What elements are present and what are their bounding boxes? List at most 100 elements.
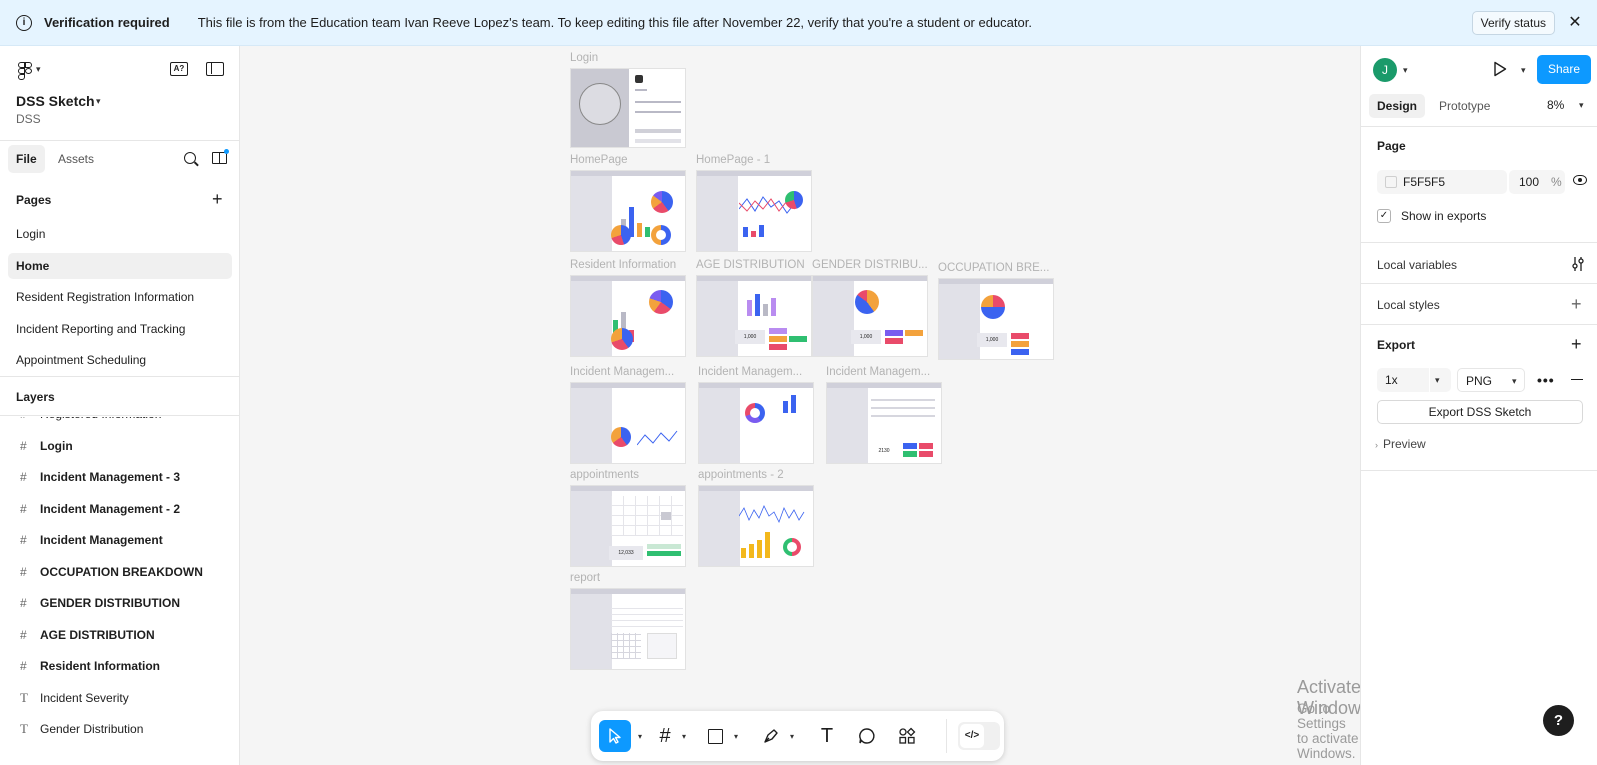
variables-icon[interactable]: [1571, 256, 1585, 272]
more-options-icon[interactable]: •••: [1537, 372, 1555, 388]
page-item-incident-reporting[interactable]: Incident Reporting and Tracking: [8, 316, 232, 342]
help-icon[interactable]: ?: [1543, 705, 1574, 736]
pen-tool-chevron-icon[interactable]: ▾: [785, 720, 795, 752]
frame-thumb-resident-information[interactable]: [570, 275, 686, 357]
frame-icon: #: [20, 502, 27, 516]
page-item-appointment-scheduling[interactable]: Appointment Scheduling: [8, 347, 232, 373]
frame-label-homepage-1[interactable]: HomePage - 1: [696, 154, 770, 166]
export-button[interactable]: Export DSS Sketch: [1377, 400, 1583, 424]
project-subtitle: DSS: [16, 112, 41, 126]
layer-item-resident-information[interactable]: # Resident Information: [0, 650, 239, 682]
layer-item-incident-management-2[interactable]: # Incident Management - 2: [0, 493, 239, 525]
page-color-value: F5F5F5: [1403, 175, 1446, 189]
add-style-icon[interactable]: +: [1571, 295, 1582, 313]
project-chevron-icon[interactable]: ▾: [96, 96, 101, 107]
frame-thumb-appointments-2[interactable]: [698, 485, 814, 567]
page-item-resident-registration[interactable]: Resident Registration Information: [8, 284, 232, 310]
page-color-field[interactable]: F5F5F5: [1377, 170, 1507, 194]
frame-label-incident-management-3[interactable]: Incident Managem...: [826, 366, 942, 378]
frame-thumb-login[interactable]: [570, 68, 686, 148]
tab-assets[interactable]: Assets: [58, 145, 94, 173]
frame-thumb-occupation-breakdown[interactable]: 1,000: [938, 278, 1054, 360]
move-tool-chevron-icon[interactable]: ▾: [633, 720, 643, 752]
frame-tool-button[interactable]: #: [653, 720, 677, 752]
toggle-panel-icon[interactable]: [206, 62, 224, 76]
show-in-exports-checkbox[interactable]: ✓: [1377, 209, 1391, 223]
avatar-chevron-icon[interactable]: ▾: [1403, 65, 1408, 76]
zoom-level[interactable]: 8%: [1547, 98, 1564, 112]
pen-tool-button[interactable]: [759, 720, 783, 752]
frame-label-incident-management-2[interactable]: Incident Managem...: [698, 366, 814, 378]
shape-tool-chevron-icon[interactable]: ▾: [729, 720, 739, 752]
frame-label-report[interactable]: report: [570, 572, 600, 584]
present-chevron-icon[interactable]: ▾: [1521, 65, 1526, 76]
local-variables-label[interactable]: Local variables: [1377, 258, 1457, 272]
frame-thumb-gender-distribution[interactable]: 1,000: [812, 275, 928, 357]
frame-label-appointments[interactable]: appointments: [570, 469, 639, 481]
divider: [1361, 324, 1597, 325]
text-tool-button[interactable]: T: [815, 720, 839, 752]
remove-export-icon[interactable]: [1571, 379, 1583, 381]
layer-item-age-distribution[interactable]: # AGE DISTRIBUTION: [0, 619, 239, 651]
tab-design[interactable]: Design: [1369, 94, 1426, 118]
frame-label-incident-management[interactable]: Incident Managem...: [570, 366, 686, 378]
local-styles-label[interactable]: Local styles: [1377, 298, 1440, 312]
verify-status-button[interactable]: Verify status: [1471, 11, 1555, 35]
avatar[interactable]: J: [1373, 58, 1397, 82]
frame-label-homepage[interactable]: HomePage: [570, 154, 628, 166]
move-tool-button[interactable]: [599, 720, 631, 752]
frame-icon: #: [20, 596, 27, 610]
frame-thumb-incident-management[interactable]: [570, 382, 686, 464]
page-opacity-field[interactable]: 100 %: [1509, 170, 1565, 194]
frame-label-age-distribution[interactable]: AGE DISTRIBUTION: [696, 259, 805, 271]
export-scale-select[interactable]: 1x ▾: [1377, 368, 1451, 392]
main-menu-chevron-icon[interactable]: ▾: [36, 64, 41, 75]
frame-thumb-incident-management-2[interactable]: [698, 382, 814, 464]
frame-thumb-age-distribution[interactable]: 1,000: [696, 275, 812, 357]
frame-thumb-report[interactable]: [570, 588, 686, 670]
color-swatch[interactable]: [1385, 176, 1397, 188]
preview-toggle[interactable]: › Preview: [1375, 437, 1426, 451]
frame-label-appointments-2[interactable]: appointments - 2: [698, 469, 784, 481]
dev-mode-toggle[interactable]: </>: [958, 722, 1000, 750]
share-button[interactable]: Share: [1537, 55, 1591, 84]
frame-icon: #: [20, 659, 27, 673]
page-item-home[interactable]: Home: [8, 253, 232, 279]
add-page-icon[interactable]: +: [212, 190, 223, 208]
shape-tool-button[interactable]: [703, 720, 727, 752]
layer-item-login[interactable]: # Login: [0, 430, 239, 462]
ai-assistant-icon[interactable]: A?: [170, 62, 188, 76]
comment-tool-button[interactable]: [855, 720, 879, 752]
actions-tool-button[interactable]: [895, 720, 919, 752]
frame-thumb-homepage[interactable]: [570, 170, 686, 252]
frame-tool-chevron-icon[interactable]: ▾: [677, 720, 687, 752]
page-item-login[interactable]: Login: [8, 221, 232, 247]
layer-item-incident-severity[interactable]: T Incident Severity: [0, 682, 239, 714]
close-icon[interactable]: ✕: [1565, 13, 1585, 33]
frame-thumb-incident-management-3[interactable]: 2130: [826, 382, 942, 464]
project-name[interactable]: DSS Sketch: [16, 93, 95, 109]
frame-thumb-homepage-1[interactable]: [696, 170, 812, 252]
layer-item-gender-distribution[interactable]: # GENDER DISTRIBUTION: [0, 587, 239, 619]
layer-item-incident-management-3[interactable]: # Incident Management - 3: [0, 461, 239, 493]
divider: [0, 376, 239, 377]
frame-label-resident-information[interactable]: Resident Information: [570, 259, 676, 271]
figma-logo-icon[interactable]: [18, 62, 32, 80]
tab-file[interactable]: File: [8, 145, 45, 173]
export-format-select[interactable]: PNG ▾: [1457, 368, 1525, 392]
frame-label-gender-distribution[interactable]: GENDER DISTRIBU...: [812, 259, 928, 271]
eye-icon[interactable]: [1573, 175, 1587, 185]
present-play-icon[interactable]: [1493, 61, 1507, 77]
canvas[interactable]: Login HomePage HomePage - 1 Resident Inf…: [240, 46, 1370, 765]
zoom-chevron-icon[interactable]: ▾: [1579, 100, 1584, 111]
layer-item-incident-management[interactable]: # Incident Management: [0, 524, 239, 556]
add-export-icon[interactable]: +: [1571, 335, 1582, 353]
layer-item-gender-distribution-text[interactable]: T Gender Distribution: [0, 713, 239, 745]
frame-thumb-appointments[interactable]: 12,033: [570, 485, 686, 567]
frame-label-occupation-breakdown[interactable]: OCCUPATION BRE...: [938, 262, 1054, 274]
frame-label-login[interactable]: Login: [570, 52, 598, 64]
layer-item-occupation-breakdown[interactable]: # OCCUPATION BREAKDOWN: [0, 556, 239, 588]
tab-prototype[interactable]: Prototype: [1439, 94, 1490, 118]
layer-label: Incident Management - 2: [40, 502, 181, 516]
search-icon[interactable]: [184, 152, 196, 164]
